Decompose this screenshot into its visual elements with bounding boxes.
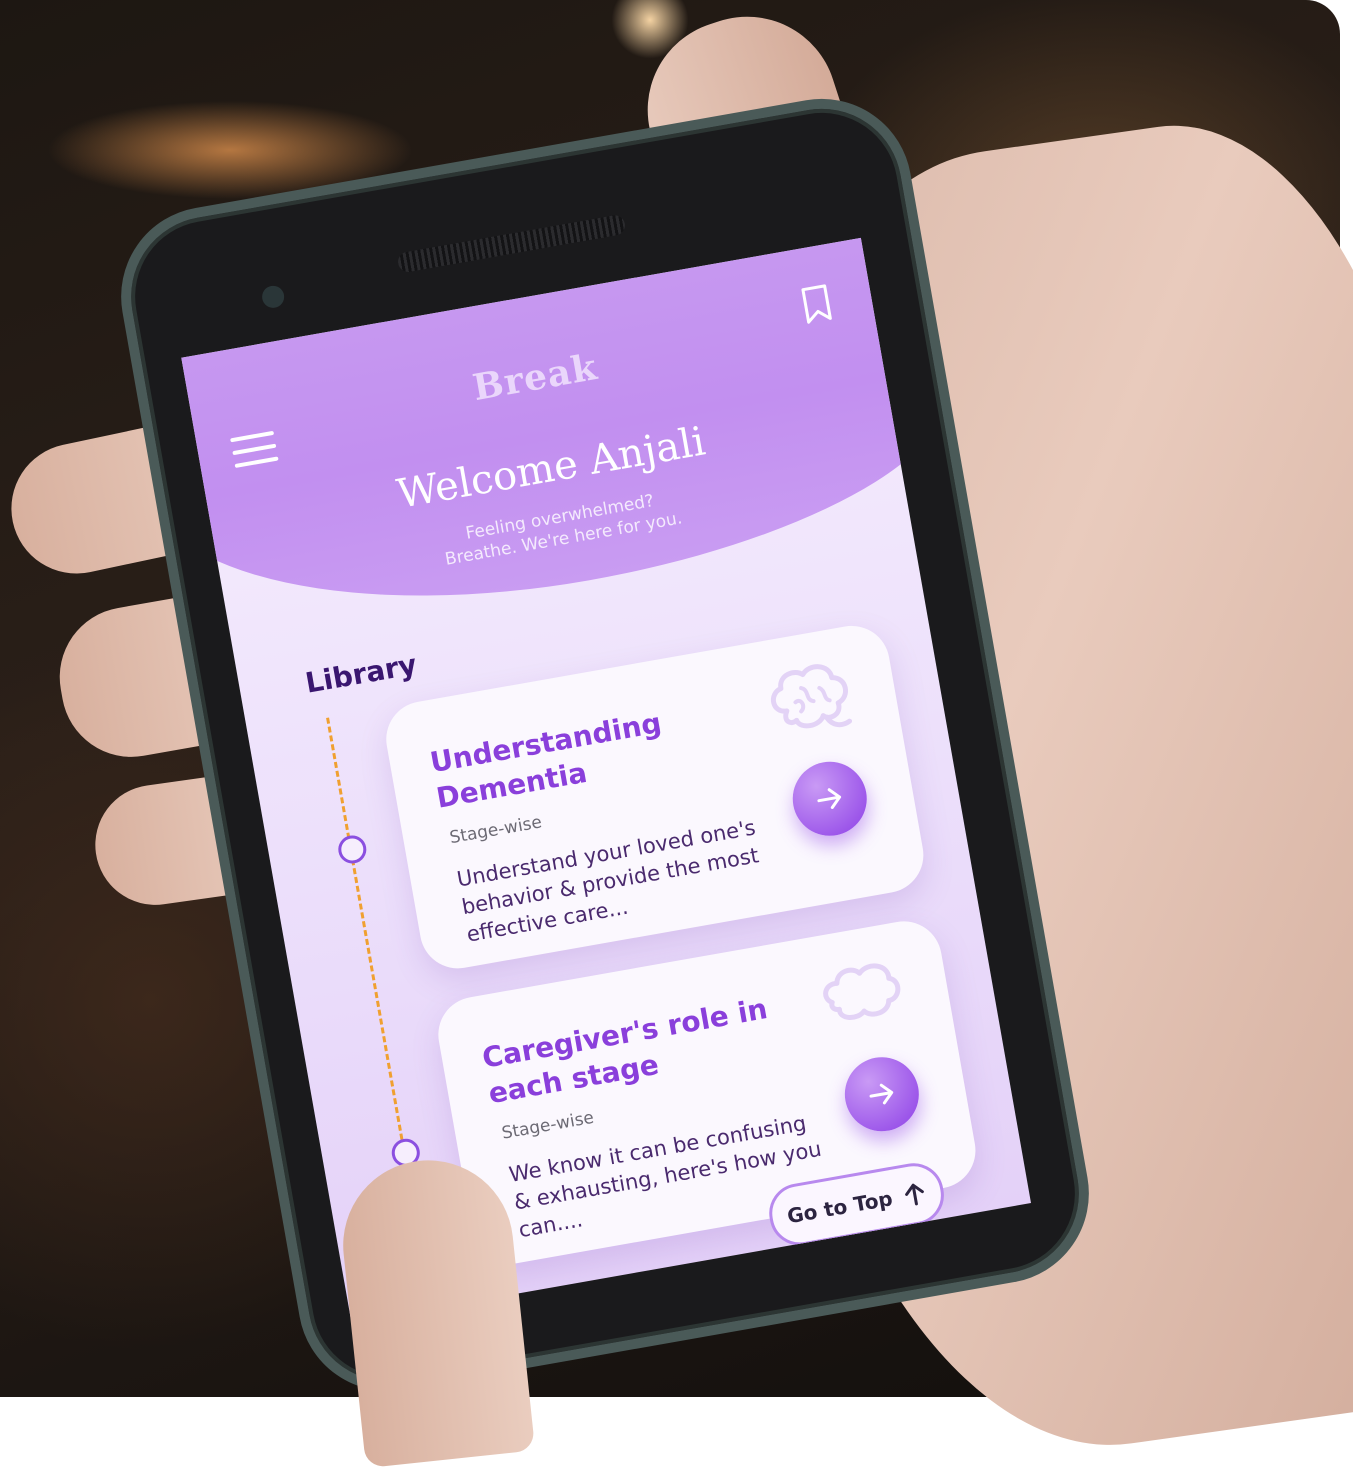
speaker-grille bbox=[396, 213, 627, 274]
arrow-right-icon bbox=[817, 788, 842, 809]
card-tag: Stage-wise bbox=[448, 812, 544, 849]
open-card-button[interactable] bbox=[838, 1051, 925, 1138]
go-to-top-label: Go to Top bbox=[785, 1186, 895, 1229]
card-title: Understanding Dementia bbox=[427, 706, 664, 815]
open-card-button[interactable] bbox=[786, 755, 873, 842]
arrow-right-icon bbox=[869, 1083, 894, 1105]
brain-icon bbox=[770, 664, 853, 729]
library-heading: Library bbox=[302, 647, 420, 700]
brain-outline-icon bbox=[823, 963, 901, 1020]
front-camera bbox=[260, 284, 286, 310]
arrow-up-icon bbox=[905, 1183, 925, 1206]
library-card[interactable]: Understanding Dementia Stage-wise Unders… bbox=[380, 619, 930, 975]
card-title: Caregiver's role in each stage bbox=[479, 992, 770, 1111]
card-tag: Stage-wise bbox=[500, 1107, 596, 1144]
timeline-dot bbox=[336, 833, 369, 866]
app-screen: Break Welcome Anjali Feeling overwhelmed… bbox=[181, 237, 1031, 1323]
